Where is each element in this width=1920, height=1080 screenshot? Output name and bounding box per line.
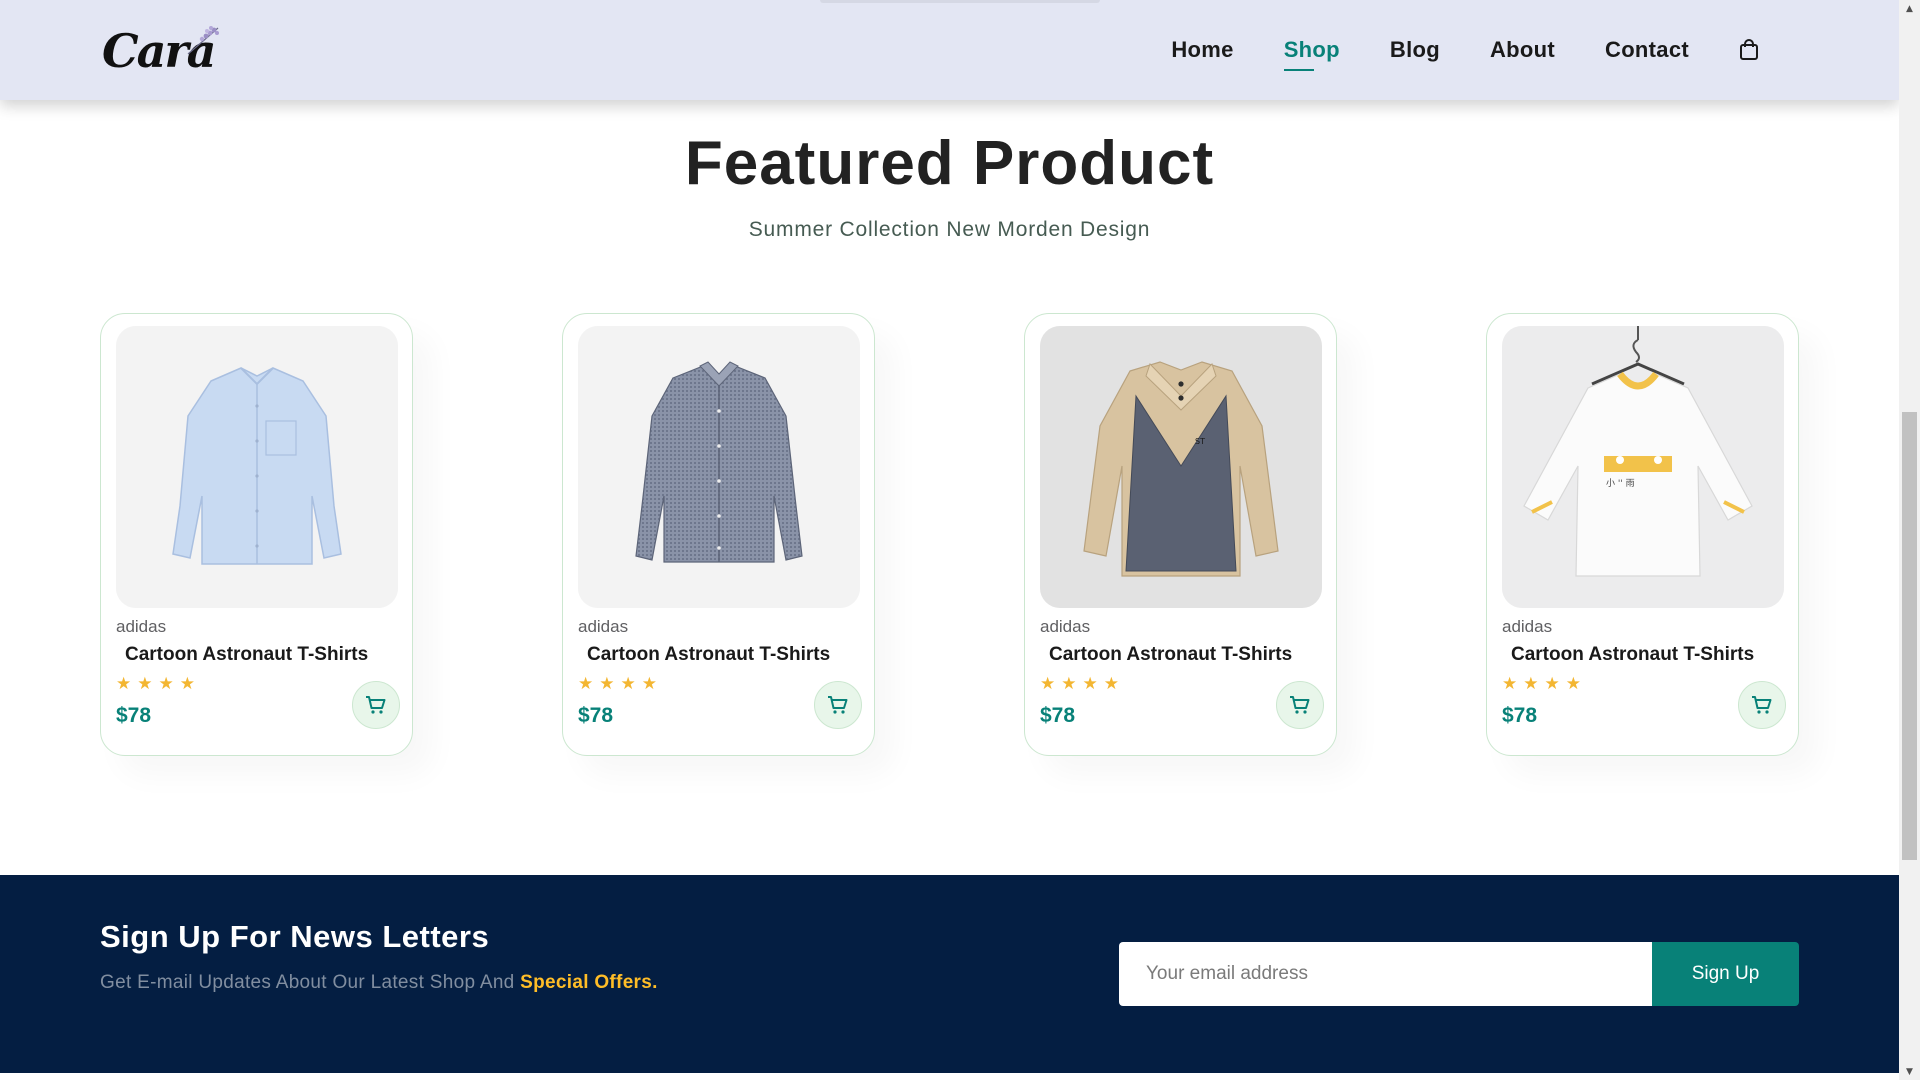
- star-icon: ★: [1523, 674, 1539, 694]
- newsletter-title: Sign Up For News Letters: [100, 919, 490, 954]
- shirt-illustration: [578, 326, 860, 608]
- cart-icon: [1752, 696, 1772, 714]
- star-icon: ★: [1544, 674, 1560, 694]
- star-icon: ★: [641, 674, 657, 694]
- newsletter-section: Sign Up For News Letters Get E-mail Upda…: [0, 875, 1899, 1073]
- site-header: Cara Home Shop Blog About Contact: [0, 0, 1899, 100]
- nav-blog[interactable]: Blog: [1390, 37, 1440, 63]
- star-icon: ★: [620, 674, 636, 694]
- product-image-white-tee-on-hanger[interactable]: 小 '' 雨: [1502, 326, 1784, 608]
- product-image-vest-sweater[interactable]: ST: [1040, 326, 1322, 608]
- sweater-illustration: ST: [1040, 326, 1322, 608]
- product-rating: ★ ★ ★ ★: [578, 676, 657, 693]
- star-icon: ★: [1103, 674, 1119, 694]
- product-rating: ★ ★ ★ ★: [1502, 676, 1581, 693]
- product-card[interactable]: 小 '' 雨 adidas Cartoon Astronaut T-Shirts…: [1486, 313, 1799, 756]
- product-brand: adidas: [578, 617, 629, 636]
- lavender-sprig-icon: [187, 26, 219, 55]
- svg-text:ST: ST: [1195, 437, 1205, 446]
- header-top-shade: [820, 0, 1100, 3]
- tshirt-illustration: 小 '' 雨: [1502, 326, 1784, 608]
- newsletter-text-main: Get E-mail Updates About Our Latest Shop…: [100, 972, 515, 993]
- main-nav: Home Shop Blog About Contact: [1121, 0, 1759, 100]
- star-icon: ★: [599, 674, 615, 694]
- shirt-illustration: [116, 326, 398, 608]
- email-input[interactable]: [1119, 942, 1652, 1006]
- sign-up-button[interactable]: Sign Up: [1652, 942, 1799, 1006]
- product-price: $78: [578, 704, 614, 727]
- product-card[interactable]: adidas Cartoon Astronaut T-Shirts ★ ★ ★ ★ $…: [562, 313, 875, 756]
- cart-icon: [1290, 696, 1310, 714]
- add-to-cart-button[interactable]: [814, 681, 862, 729]
- star-icon: ★: [1565, 674, 1581, 694]
- svg-text:小 '' 雨: 小 '' 雨: [1606, 478, 1635, 489]
- shopping-bag-icon[interactable]: [1739, 39, 1759, 61]
- product-brand: adidas: [116, 617, 167, 636]
- product-name[interactable]: Cartoon Astronaut T-Shirts: [125, 644, 368, 666]
- newsletter-form: Sign Up: [1119, 942, 1799, 1006]
- product-name[interactable]: Cartoon Astronaut T-Shirts: [587, 644, 830, 666]
- add-to-cart-button[interactable]: [352, 681, 400, 729]
- product-brand: adidas: [1040, 617, 1091, 636]
- logo[interactable]: Cara: [102, 20, 232, 80]
- cart-icon: [366, 696, 386, 714]
- product-price: $78: [116, 704, 152, 727]
- nav-about[interactable]: About: [1490, 37, 1555, 63]
- section-subtitle: Summer Collection New Morden Design: [748, 218, 1151, 241]
- nav-home[interactable]: Home: [1171, 37, 1233, 63]
- star-icon: ★: [1502, 674, 1518, 694]
- star-icon: ★: [158, 674, 174, 694]
- star-icon: ★: [1082, 674, 1098, 694]
- star-icon: ★: [179, 674, 195, 694]
- page-scrollbar[interactable]: ▲ ▼: [1899, 0, 1920, 1080]
- product-image-grey-checked-shirt[interactable]: [578, 326, 860, 608]
- product-price: $78: [1040, 704, 1076, 727]
- product-name[interactable]: Cartoon Astronaut T-Shirts: [1511, 644, 1754, 666]
- add-to-cart-button[interactable]: [1738, 681, 1786, 729]
- star-icon: ★: [137, 674, 153, 694]
- newsletter-text: Get E-mail Updates About Our Latest Shop…: [100, 972, 658, 994]
- add-to-cart-button[interactable]: [1276, 681, 1324, 729]
- page: Cara Home Shop Blog About Contact Featur…: [0, 0, 1899, 1073]
- scrollbar-thumb[interactable]: [1902, 412, 1917, 860]
- star-icon: ★: [116, 674, 132, 694]
- nav-shop[interactable]: Shop: [1283, 37, 1340, 71]
- star-icon: ★: [1040, 674, 1056, 694]
- star-icon: ★: [1061, 674, 1077, 694]
- product-name[interactable]: Cartoon Astronaut T-Shirts: [1049, 644, 1292, 666]
- newsletter-highlight: Special Offers.: [520, 972, 658, 993]
- product-price: $78: [1502, 704, 1538, 727]
- product-card[interactable]: adidas Cartoon Astronaut T-Shirts ★ ★ ★ ★ $…: [100, 313, 413, 756]
- nav-contact[interactable]: Contact: [1605, 37, 1689, 63]
- product-brand: adidas: [1502, 617, 1553, 636]
- product-card[interactable]: ST adidas Cartoon Astronaut T-Shirts ★ ★ ★…: [1024, 313, 1337, 756]
- product-image-light-blue-shirt[interactable]: [116, 326, 398, 608]
- product-rating: ★ ★ ★ ★: [116, 676, 195, 693]
- cart-icon: [828, 696, 848, 714]
- bottom-strip: [0, 1073, 1899, 1080]
- scroll-up-arrow-icon[interactable]: ▲: [1899, 0, 1920, 17]
- section-title: Featured Product: [684, 129, 1215, 198]
- scroll-down-arrow-icon[interactable]: ▼: [1899, 1063, 1920, 1080]
- product-rating: ★ ★ ★ ★: [1040, 676, 1119, 693]
- star-icon: ★: [578, 674, 594, 694]
